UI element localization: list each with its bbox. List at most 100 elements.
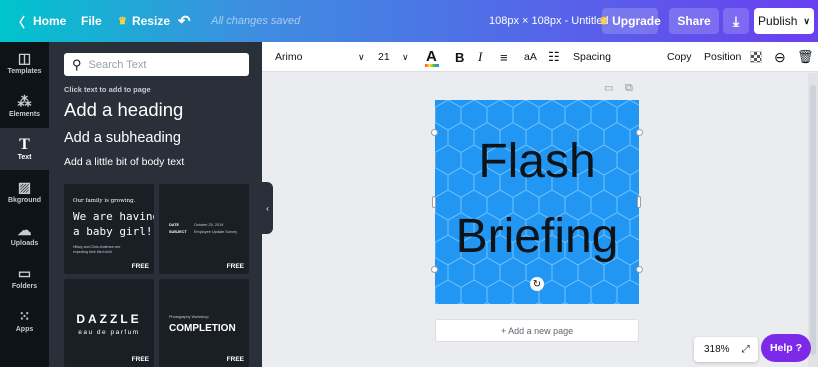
chevron-down-icon[interactable]: ∨ [402, 42, 409, 72]
home-button[interactable]: 〈 Home [12, 0, 66, 42]
copy-label: Copy [667, 51, 692, 63]
spacing-label: Spacing [573, 51, 611, 63]
sidebar-item-templates[interactable]: ◫ Templates [0, 42, 49, 84]
template-text: a baby girl! [73, 225, 153, 238]
folder-icon: ▭ [17, 265, 32, 281]
share-label: Share [677, 14, 711, 28]
transparency-icon[interactable] [750, 42, 762, 72]
add-heading-button[interactable]: Add a heading [64, 99, 183, 121]
crown-icon: ♛ [118, 15, 127, 27]
search-input[interactable] [88, 58, 239, 71]
page-notes-icon[interactable]: ▭ [604, 83, 613, 94]
design-text-flash[interactable]: Flash [435, 134, 639, 190]
sidebar-item-label: Text [17, 154, 32, 161]
spacing-button[interactable]: Spacing [573, 42, 611, 72]
template-text: October 25, 2019 [194, 223, 224, 227]
resize-handle[interactable] [636, 266, 643, 273]
text-template-completion[interactable]: Photography Workshop COMPLETION FREE [159, 279, 249, 367]
design-text-briefing[interactable]: Briefing [435, 209, 639, 265]
collapse-panel-button[interactable]: ‹ [262, 182, 273, 234]
download-icon[interactable]: ⤓ [723, 8, 749, 34]
font-size-value: 21 [378, 51, 390, 63]
add-subheading-button[interactable]: Add a subheading [64, 130, 181, 146]
position-button[interactable]: Position [704, 42, 741, 72]
sidebar-item-label: Templates [7, 68, 42, 75]
italic-icon[interactable]: I [478, 42, 482, 72]
template-text: Photography Workshop [169, 315, 209, 319]
resize-button[interactable]: ♛ Resize [118, 0, 170, 42]
link-icon[interactable]: ⊖ [774, 42, 786, 72]
text-template-memo[interactable]: DATE October 25, 2019 SUBJECT Employee U… [159, 184, 249, 274]
publish-button[interactable]: Publish ∨ [754, 8, 814, 34]
text-color-button[interactable]: A [425, 42, 439, 72]
top-bar: 〈 Home File ♛ Resize ↶ All changes saved… [0, 0, 818, 42]
chevron-down-icon[interactable]: ∨ [358, 42, 365, 72]
document-title[interactable]: 108px × 108px - Untitled [489, 0, 609, 42]
add-body-text-button[interactable]: Add a little bit of body text [64, 156, 184, 168]
template-text: eau de parfum [78, 329, 140, 336]
sidebar-item-background[interactable]: ▨ Bkground [0, 171, 49, 213]
duplicate-page-icon[interactable]: ⧉ [625, 82, 633, 95]
add-page-button[interactable]: + Add a new page [435, 319, 639, 342]
expand-icon[interactable]: ⤢ [742, 344, 750, 355]
scrollbar-thumb[interactable] [810, 85, 816, 355]
font-size-select[interactable]: 21 [378, 42, 390, 72]
text-template-dazzle[interactable]: DAZZLE eau de parfum FREE [64, 279, 154, 367]
resize-handle[interactable] [432, 196, 436, 208]
chevron-down-icon: ∨ [803, 15, 810, 26]
template-text: COMPLETION [169, 323, 236, 334]
list-icon[interactable]: ☷ [548, 42, 560, 72]
help-button[interactable]: Help ? [761, 334, 811, 362]
design-page[interactable]: Flash Briefing ↻ [435, 100, 639, 304]
text-template-baby[interactable]: Our family is growing. We are having a b… [64, 184, 154, 274]
free-badge: FREE [131, 263, 149, 270]
trash-icon[interactable]: 🗑 [797, 42, 814, 72]
letter-case-button[interactable]: aA [524, 42, 537, 72]
cloud-upload-icon: ☁ [17, 222, 32, 238]
file-menu[interactable]: File [81, 0, 102, 42]
text-panel: ⚲ Click text to add to page Add a headin… [49, 42, 262, 367]
sidebar-item-uploads[interactable]: ☁ Uploads [0, 214, 49, 256]
template-text: expecting their third child [73, 250, 112, 254]
color-swatch [425, 64, 439, 67]
font-family-select[interactable]: Arimo [275, 42, 302, 72]
resize-handle[interactable] [431, 266, 438, 273]
resize-label: Resize [131, 14, 170, 28]
resize-handle[interactable] [431, 129, 438, 136]
sidebar-item-elements[interactable]: ⁂ Elements [0, 85, 49, 127]
hexagon-pattern [435, 100, 639, 304]
align-center-icon[interactable]: ≡ [500, 42, 508, 72]
resize-handle[interactable] [636, 129, 643, 136]
sidebar-item-text[interactable]: T Text [0, 128, 49, 170]
resize-handle[interactable] [637, 196, 641, 208]
template-text: Our family is growing. [73, 198, 136, 204]
search-box[interactable]: ⚲ [64, 53, 249, 76]
free-badge: FREE [226, 263, 244, 270]
file-label: File [81, 14, 102, 28]
elements-icon: ⁂ [17, 93, 32, 109]
position-label: Position [704, 51, 742, 63]
panel-hint: Click text to add to page [64, 85, 151, 94]
bold-icon[interactable]: B [455, 42, 464, 72]
undo-icon[interactable]: ↶ [178, 0, 191, 42]
upgrade-button[interactable]: ♛ Upgrade [599, 8, 661, 34]
zoom-control[interactable]: 318% ⤢ [694, 337, 758, 362]
vertical-scrollbar[interactable] [808, 73, 818, 367]
sidebar-item-label: Apps [15, 326, 34, 333]
home-label: Home [33, 14, 67, 28]
share-button[interactable]: Share [669, 8, 719, 34]
templates-icon: ◫ [17, 50, 32, 66]
rotate-icon[interactable]: ↻ [530, 277, 544, 291]
chevron-left-icon: ‹ [266, 203, 269, 213]
text-toolbar: Arimo ∨ 21 ∨ A B I ≡ aA ☷ Spacing Copy P… [262, 42, 818, 72]
save-status: All changes saved [211, 15, 301, 27]
chevron-left-icon: 〈 [12, 14, 26, 30]
sidebar-item-apps[interactable]: ⁙ Apps [0, 300, 49, 342]
copy-button[interactable]: Copy [667, 42, 692, 72]
publish-label: Publish [758, 14, 798, 28]
template-text: DAZZLE [76, 312, 142, 326]
sidebar-item-folders[interactable]: ▭ Folders [0, 257, 49, 299]
text-icon: T [19, 136, 30, 153]
text-color-icon: A [426, 48, 437, 65]
search-icon: ⚲ [72, 56, 82, 72]
